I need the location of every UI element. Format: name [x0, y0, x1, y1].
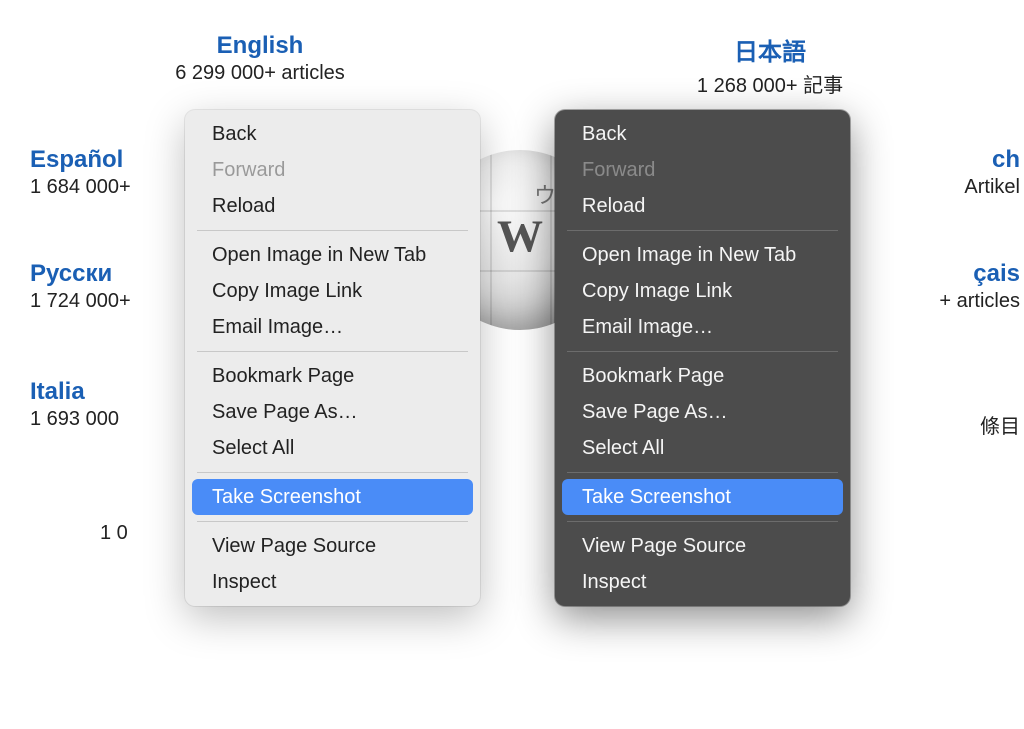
ctx-separator — [197, 230, 468, 231]
lang-english-name: English — [130, 32, 390, 60]
ctx-bookmark-page[interactable]: Bookmark Page — [192, 358, 473, 394]
lang-japanese-sub: 1 268 000+ 記事 — [610, 69, 930, 98]
ctx-take-screenshot[interactable]: Take Screenshot — [192, 479, 473, 515]
ctx-inspect[interactable]: Inspect — [562, 564, 843, 600]
lang-english[interactable]: English 6 299 000+ articles — [130, 32, 390, 85]
ctx-take-screenshot[interactable]: Take Screenshot — [562, 479, 843, 515]
ctx-view-page-source[interactable]: View Page Source — [562, 528, 843, 564]
ctx-back[interactable]: Back — [562, 116, 843, 152]
ctx-separator — [197, 521, 468, 522]
ctx-save-page-as[interactable]: Save Page As… — [562, 394, 843, 430]
ctx-separator — [567, 230, 838, 231]
ctx-separator — [197, 351, 468, 352]
ctx-forward: Forward — [562, 152, 843, 188]
ctx-separator — [197, 472, 468, 473]
ctx-email-image[interactable]: Email Image… — [192, 309, 473, 345]
lang-japanese[interactable]: 日本語 1 268 000+ 記事 — [610, 32, 930, 98]
ctx-inspect[interactable]: Inspect — [192, 564, 473, 600]
context-menu-dark: Back Forward Reload Open Image in New Ta… — [555, 110, 850, 606]
ctx-view-page-source[interactable]: View Page Source — [192, 528, 473, 564]
lang-english-sub: 6 299 000+ articles — [130, 62, 390, 85]
ctx-email-image[interactable]: Email Image… — [562, 309, 843, 345]
ctx-copy-image-link[interactable]: Copy Image Link — [562, 273, 843, 309]
context-menu-light: Back Forward Reload Open Image in New Ta… — [185, 110, 480, 606]
ctx-copy-image-link[interactable]: Copy Image Link — [192, 273, 473, 309]
ctx-separator — [567, 351, 838, 352]
globe-letter: W — [497, 210, 543, 263]
ctx-back[interactable]: Back — [192, 116, 473, 152]
ctx-open-image-new-tab[interactable]: Open Image in New Tab — [192, 237, 473, 273]
ctx-select-all[interactable]: Select All — [192, 430, 473, 466]
ctx-reload[interactable]: Reload — [562, 188, 843, 224]
ctx-forward: Forward — [192, 152, 473, 188]
ctx-separator — [567, 521, 838, 522]
ctx-save-page-as[interactable]: Save Page As… — [192, 394, 473, 430]
lang-japanese-name: 日本語 — [610, 32, 930, 67]
ctx-open-image-new-tab[interactable]: Open Image in New Tab — [562, 237, 843, 273]
ctx-reload[interactable]: Reload — [192, 188, 473, 224]
ctx-separator — [567, 472, 838, 473]
ctx-select-all[interactable]: Select All — [562, 430, 843, 466]
ctx-bookmark-page[interactable]: Bookmark Page — [562, 358, 843, 394]
